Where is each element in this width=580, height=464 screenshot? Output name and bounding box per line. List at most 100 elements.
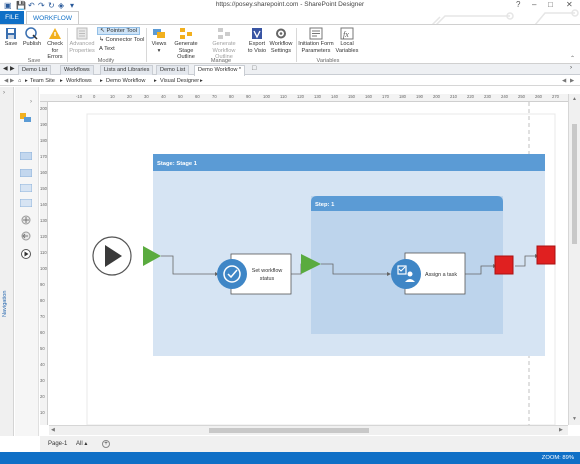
tab-list-icon[interactable]: › bbox=[570, 65, 572, 71]
loop-shape-icon[interactable] bbox=[20, 184, 32, 192]
breadcrumb-forward-icon-right[interactable]: ▶ bbox=[570, 76, 574, 86]
ruler-tick-label: 10 bbox=[40, 410, 45, 415]
doc-tab-lists-and-libraries[interactable]: Lists and Libraries bbox=[100, 65, 154, 75]
connector-icon: ↳ bbox=[99, 37, 104, 43]
step-header[interactable] bbox=[311, 196, 503, 211]
ruler-tick-label: 50 bbox=[178, 94, 183, 99]
breadcrumb-demo-workflow[interactable]: Demo Workflow bbox=[106, 76, 145, 86]
new-tab-icon[interactable]: □ bbox=[252, 65, 256, 72]
doc-tab-demo-list[interactable]: Demo List bbox=[18, 65, 52, 75]
ruler-tick-label: 30 bbox=[40, 378, 45, 383]
start-shape-icon[interactable] bbox=[20, 249, 32, 259]
navigation-label[interactable]: Navigation bbox=[2, 291, 8, 317]
ruler-tick-label: 270 bbox=[552, 94, 559, 99]
ruler-tick-label: 150 bbox=[40, 186, 47, 191]
advanced-properties-button[interactable]: Advanced Properties bbox=[69, 27, 95, 54]
ruler-tick-label: 20 bbox=[40, 394, 45, 399]
breadcrumb-separator: ▸ bbox=[25, 78, 28, 84]
ruler-tick-label: 140 bbox=[331, 94, 338, 99]
scroll-right-icon[interactable]: ▶ bbox=[559, 427, 563, 433]
vertical-scroll-thumb[interactable] bbox=[572, 124, 577, 244]
ruler-tick-label: 20 bbox=[127, 94, 132, 99]
page-tab-all[interactable]: All ▴ bbox=[76, 436, 87, 452]
shapes-icon[interactable] bbox=[20, 113, 32, 123]
ribbon-separator bbox=[146, 28, 147, 62]
navigation-pane[interactable]: › Navigation bbox=[0, 87, 14, 436]
expand-navigation-icon[interactable]: › bbox=[3, 90, 5, 96]
doc-tab-demo-workflow[interactable]: Demo Workflow * bbox=[194, 65, 246, 76]
breadcrumb-forward-icon[interactable]: ▶ bbox=[10, 76, 14, 86]
stage-shape-icon[interactable] bbox=[20, 152, 32, 160]
generate-workflow-outline-button[interactable]: Generate Workflow Outline bbox=[203, 27, 245, 61]
condition-shape-icon[interactable] bbox=[20, 215, 32, 225]
advanced-label-2: Properties bbox=[69, 47, 95, 54]
workflow-end-shape[interactable] bbox=[536, 245, 556, 265]
breadcrumb-back-icon-right[interactable]: ◀ bbox=[562, 76, 566, 86]
ruler-tick-label: 210 bbox=[450, 94, 457, 99]
form-icon bbox=[309, 27, 323, 40]
breadcrumb-back-icon[interactable]: ◀ bbox=[4, 76, 8, 86]
workflow-start-shape[interactable] bbox=[92, 236, 132, 276]
publish-button[interactable]: Publish bbox=[21, 27, 43, 48]
local-variables-button[interactable]: fx Local Variables bbox=[335, 27, 359, 54]
ruler-tick-label: 190 bbox=[40, 122, 47, 127]
export-to-visio-button[interactable]: Export to Visio bbox=[246, 27, 268, 54]
ruler-tick-label: 180 bbox=[399, 94, 406, 99]
doc-tab-workflows[interactable]: Workflows bbox=[60, 65, 94, 75]
connector-tool-button[interactable]: ↳ Connector Tool bbox=[97, 36, 146, 44]
breadcrumb-team-site[interactable]: Team Site bbox=[30, 76, 55, 86]
workflow-outline-icon bbox=[218, 28, 230, 39]
tab-workflow[interactable]: WORKFLOW bbox=[26, 11, 79, 25]
workflow-diagram[interactable]: Stage: Stage 1 Step: 1 Set workflow stat… bbox=[49, 102, 568, 425]
save-button[interactable]: Save bbox=[3, 27, 19, 48]
parallel-shape-icon[interactable] bbox=[20, 199, 32, 207]
step-shape-icon[interactable] bbox=[20, 169, 32, 177]
stage-end-shape[interactable] bbox=[494, 255, 514, 275]
add-page-button[interactable]: + bbox=[102, 440, 110, 448]
forward-icon[interactable]: ▶ bbox=[10, 65, 15, 72]
collapse-ribbon-icon[interactable]: ⌃ bbox=[570, 55, 575, 62]
warning-icon bbox=[49, 28, 61, 39]
doc-tab-demo-list-2[interactable]: Demo List bbox=[156, 65, 190, 75]
ruler-tick-label: 80 bbox=[40, 298, 45, 303]
stage-header[interactable] bbox=[153, 154, 545, 171]
breadcrumb-workflows[interactable]: Workflows bbox=[66, 76, 92, 86]
generate-stage-outline-button[interactable]: Generate Stage Outline bbox=[170, 27, 202, 61]
views-button[interactable]: Views ▾ bbox=[149, 27, 169, 54]
ruler-tick-label: 40 bbox=[161, 94, 166, 99]
breadcrumb-visual-designer[interactable]: Visual Designer bbox=[160, 76, 199, 86]
back-icon[interactable]: ◀ bbox=[3, 65, 8, 72]
settings-label-1: Workflow bbox=[269, 41, 293, 47]
ruler-tick-label: 230 bbox=[484, 94, 491, 99]
ruler-tick-label: 30 bbox=[144, 94, 149, 99]
pointer-tool-button[interactable]: ↖ Pointer Tool bbox=[97, 27, 140, 35]
initiation-form-parameters-button[interactable]: Initiation Form Parameters bbox=[298, 27, 334, 54]
floppy-icon bbox=[6, 28, 16, 39]
text-tool-label: Text bbox=[104, 46, 115, 52]
expand-shapes-icon[interactable]: › bbox=[30, 99, 32, 105]
check-for-errors-button[interactable]: Check for Errors bbox=[44, 27, 66, 61]
design-canvas[interactable]: Stage: Stage 1 Step: 1 Set workflow stat… bbox=[49, 102, 568, 425]
scroll-down-icon[interactable]: ▼ bbox=[572, 416, 577, 422]
export-label-2: to Visio bbox=[247, 47, 267, 54]
workflow-settings-button[interactable]: Workflow Settings bbox=[269, 27, 293, 54]
breadcrumb-separator: ▸ bbox=[154, 78, 157, 84]
ruler-tick-label: 10 bbox=[110, 94, 115, 99]
scroll-up-icon[interactable]: ▲ bbox=[572, 96, 577, 102]
local-label-1: Local bbox=[340, 41, 354, 47]
ruler-tick-label: -10 bbox=[76, 94, 83, 99]
horizontal-scrollbar[interactable]: ◀ ▶ bbox=[49, 425, 568, 435]
page-tab-page-1[interactable]: Page-1 bbox=[48, 436, 67, 452]
ruler-tick-label: 190 bbox=[416, 94, 423, 99]
ribbon-separator bbox=[67, 28, 68, 62]
ruler-tick-label: 170 bbox=[382, 94, 389, 99]
vertical-scrollbar[interactable]: ▲ ▼ bbox=[568, 94, 580, 425]
scroll-left-icon[interactable]: ◀ bbox=[51, 427, 55, 433]
views-dropdown-icon: ▾ bbox=[157, 47, 161, 54]
text-tool-button[interactable]: A Text bbox=[97, 45, 117, 53]
tab-file[interactable]: FILE bbox=[0, 11, 24, 24]
horizontal-scroll-thumb[interactable] bbox=[209, 428, 369, 433]
transition-shape-icon[interactable] bbox=[20, 231, 32, 241]
stage-title: Stage: Stage 1 bbox=[157, 161, 198, 167]
zoom-level[interactable]: ZOOM: 89% bbox=[542, 452, 574, 464]
